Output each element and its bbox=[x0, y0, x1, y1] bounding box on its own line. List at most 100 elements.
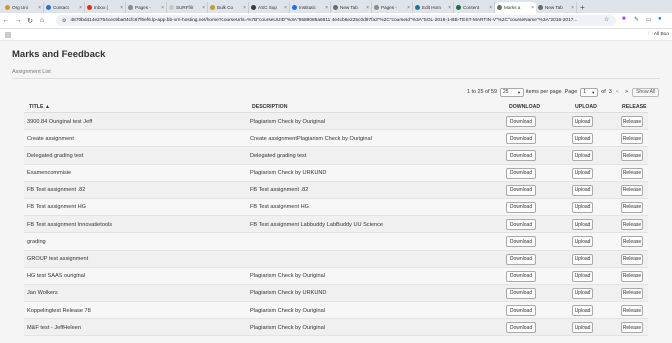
upload-button[interactable]: Upload bbox=[572, 270, 593, 282]
browser-tab[interactable]: Bulk Co × bbox=[208, 2, 249, 13]
assignment-title[interactable]: grading bbox=[27, 233, 46, 250]
title-column-header[interactable]: TITLE ▲ bbox=[29, 104, 50, 110]
browser-tab[interactable]: Content × bbox=[454, 2, 495, 13]
upload-button[interactable]: Upload bbox=[572, 201, 593, 213]
upload-button[interactable]: Upload bbox=[572, 150, 593, 162]
assignment-title[interactable]: FB Test assignment Innovatietools bbox=[27, 216, 112, 233]
close-tab-icon[interactable]: × bbox=[202, 5, 205, 11]
url-input[interactable]: ⚙ 4870bd414e2754cec9ba04cfc67f6ef6.lp-ap… bbox=[56, 15, 616, 26]
upload-button[interactable]: Upload bbox=[572, 287, 593, 299]
browser-tab[interactable]: Pages - × bbox=[372, 2, 413, 13]
assignment-title[interactable]: 3900.84 Ouriginal test Jeff bbox=[27, 113, 92, 130]
next-page-button[interactable]: > bbox=[625, 89, 628, 95]
download-button[interactable]: Download bbox=[506, 322, 536, 334]
assignment-title[interactable]: GROUP test assignment bbox=[27, 251, 88, 268]
site-info-icon[interactable]: ⚙ bbox=[62, 18, 66, 24]
browser-tab[interactable]: Marks a × bbox=[495, 2, 536, 13]
close-tab-icon[interactable]: × bbox=[531, 5, 534, 11]
close-tab-icon[interactable]: × bbox=[407, 5, 410, 11]
close-tab-icon[interactable]: × bbox=[448, 5, 451, 11]
upload-button[interactable]: Upload bbox=[572, 167, 593, 179]
assignment-title[interactable]: Examencommisie bbox=[27, 165, 71, 182]
download-button[interactable]: Download bbox=[506, 287, 536, 299]
upload-button[interactable]: Upload bbox=[572, 116, 593, 127]
close-tab-icon[interactable]: × bbox=[161, 5, 164, 11]
browser-tab[interactable]: New Tab × bbox=[536, 2, 577, 13]
browser-tab[interactable]: Inbox (× bbox=[85, 2, 126, 13]
browser-tab[interactable]: Pages - × bbox=[126, 2, 167, 13]
upload-button[interactable]: Upload bbox=[572, 322, 593, 334]
show-all-button[interactable]: Show All bbox=[632, 87, 660, 97]
browser-tab[interactable]: New Tab × bbox=[331, 2, 372, 13]
release-button[interactable]: Release bbox=[621, 133, 643, 145]
browser-tab[interactable]: Edit Hom × bbox=[413, 2, 454, 13]
release-button[interactable]: Release bbox=[621, 322, 643, 334]
browser-tab[interactable]: SURFfilr × bbox=[167, 2, 208, 13]
assignment-title[interactable]: FB Test assignment .82 bbox=[27, 182, 85, 199]
close-tab-icon[interactable]: × bbox=[243, 5, 246, 11]
release-button[interactable]: Release bbox=[621, 219, 643, 231]
close-tab-icon[interactable]: × bbox=[79, 5, 82, 11]
assignment-title[interactable]: Create assignment bbox=[27, 130, 74, 147]
download-button[interactable]: Download bbox=[506, 150, 536, 162]
close-tab-icon[interactable]: × bbox=[571, 5, 574, 11]
release-button[interactable]: Release bbox=[621, 287, 643, 299]
download-button[interactable]: Download bbox=[506, 184, 536, 196]
download-button[interactable]: Download bbox=[506, 116, 536, 127]
upload-button[interactable]: Upload bbox=[572, 253, 593, 265]
assignment-title[interactable]: FB Test assignment HG bbox=[27, 199, 86, 216]
assignment-title[interactable]: Delegated grading test bbox=[27, 147, 83, 164]
release-button[interactable]: Release bbox=[621, 184, 643, 196]
all-bookmarks-button[interactable]: 🗀 All Boo bbox=[648, 31, 669, 39]
close-tab-icon[interactable]: × bbox=[284, 5, 287, 11]
assignment-title[interactable]: Jan Wolkers bbox=[27, 285, 58, 302]
assignment-title[interactable]: M&F test - JeffHeleen bbox=[27, 319, 81, 336]
upload-button[interactable]: Upload bbox=[572, 305, 593, 317]
browser-tab[interactable]: Institutic × bbox=[290, 2, 331, 13]
assignment-title[interactable]: Koppelingtest Release 78 bbox=[27, 302, 91, 319]
assignment-title[interactable]: HG test SAAS ouriginal bbox=[27, 268, 85, 285]
upload-button[interactable]: Upload bbox=[572, 184, 593, 196]
release-button[interactable]: Release bbox=[621, 305, 643, 317]
browser-tab[interactable]: ASC Sup × bbox=[249, 2, 290, 13]
release-button[interactable]: Release bbox=[621, 167, 643, 179]
back-icon[interactable]: ← bbox=[0, 17, 12, 24]
extension-icon[interactable]: ■ bbox=[622, 16, 626, 22]
release-button[interactable]: Release bbox=[621, 270, 643, 282]
download-button[interactable]: Download bbox=[506, 201, 536, 213]
download-button[interactable]: Download bbox=[506, 270, 536, 282]
release-button[interactable]: Release bbox=[621, 116, 643, 127]
release-button[interactable]: Release bbox=[621, 201, 643, 213]
new-tab-icon[interactable]: + bbox=[577, 2, 588, 13]
release-button[interactable]: Release bbox=[621, 236, 643, 248]
release-button[interactable]: Release bbox=[621, 253, 643, 265]
forward-icon[interactable]: → bbox=[12, 17, 24, 24]
release-button[interactable]: Release bbox=[621, 150, 643, 162]
items-per-page-select[interactable]: 25 ▼ bbox=[499, 87, 524, 97]
apps-grid-icon[interactable] bbox=[5, 32, 11, 38]
extensions-puzzle-icon[interactable]: ✎ bbox=[634, 16, 639, 23]
close-tab-icon[interactable]: × bbox=[489, 5, 492, 11]
download-button[interactable]: Download bbox=[506, 305, 536, 317]
home-icon[interactable]: ⌂ bbox=[36, 17, 48, 24]
download-button[interactable]: Download bbox=[506, 167, 536, 179]
reload-icon[interactable]: ↻ bbox=[24, 17, 36, 25]
upload-button[interactable]: Upload bbox=[572, 219, 593, 231]
close-tab-icon[interactable]: × bbox=[120, 5, 123, 11]
bookmark-star-icon[interactable]: ☆ bbox=[604, 16, 609, 23]
close-tab-icon[interactable]: × bbox=[325, 5, 328, 11]
download-button[interactable]: Download bbox=[506, 133, 536, 145]
download-button[interactable]: Download bbox=[506, 236, 536, 248]
prev-page-button[interactable]: < bbox=[616, 89, 619, 95]
profile-avatar-icon[interactable]: ● bbox=[658, 16, 662, 22]
browser-tab[interactable]: Contact × bbox=[44, 2, 85, 13]
upload-button[interactable]: Upload bbox=[572, 236, 593, 248]
close-tab-icon[interactable]: × bbox=[366, 5, 369, 11]
close-tab-icon[interactable]: × bbox=[38, 5, 41, 11]
download-button[interactable]: Download bbox=[506, 219, 536, 231]
download-button[interactable]: Download bbox=[506, 253, 536, 265]
browser-tab[interactable]: Org Uni × bbox=[3, 2, 44, 13]
page-select[interactable]: 1 ▼ bbox=[580, 87, 599, 97]
upload-button[interactable]: Upload bbox=[572, 133, 593, 145]
side-panel-icon[interactable]: ▭ bbox=[646, 16, 652, 23]
